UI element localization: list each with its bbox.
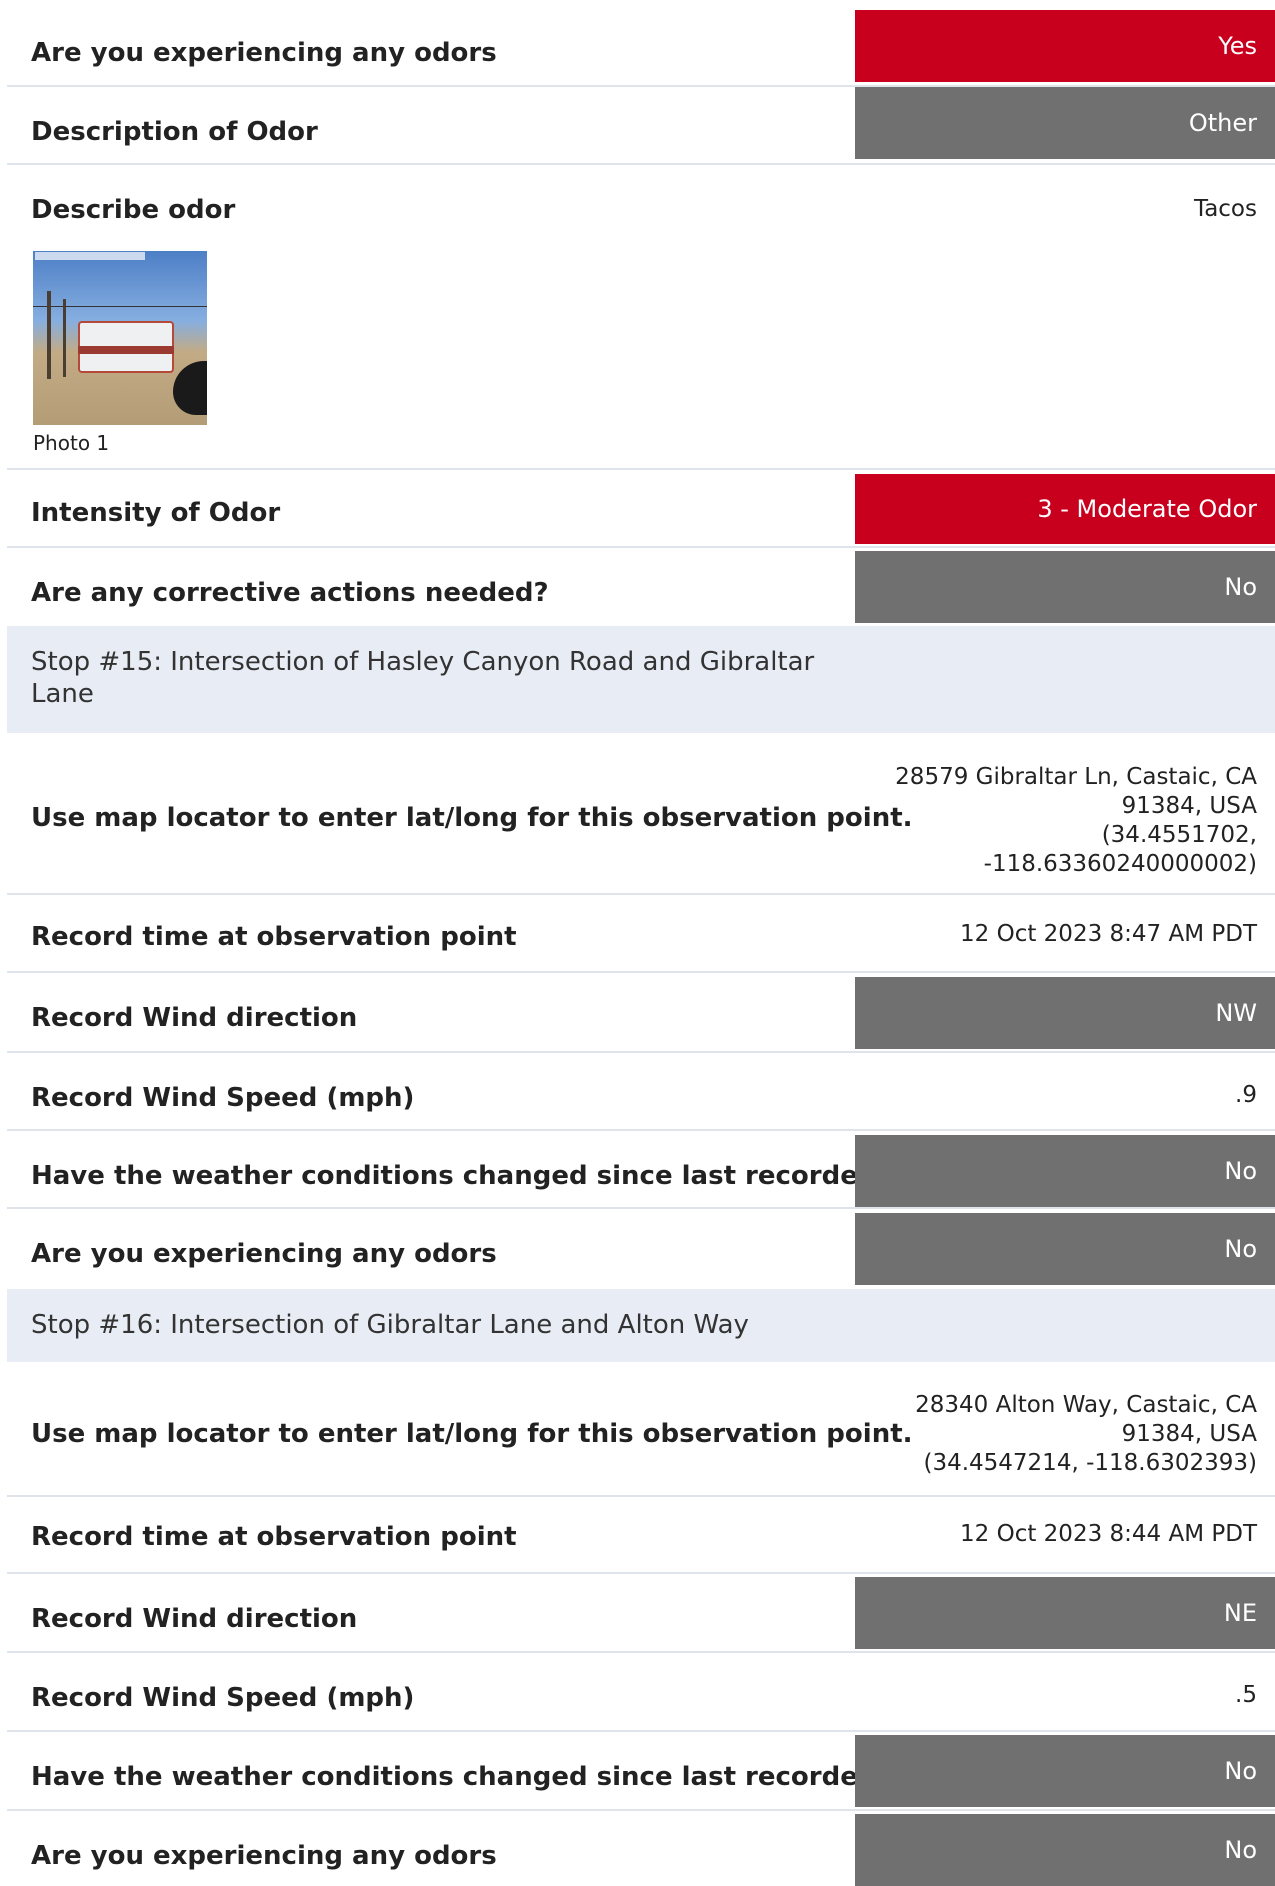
odor-description-row: Description of Odor Other — [7, 87, 1275, 165]
answer-badge: 3 - Moderate Odor — [855, 474, 1275, 544]
weather-changed-row: Have the weather conditions changed sinc… — [7, 1732, 1275, 1811]
question-label: Record Wind direction — [31, 1604, 358, 1634]
intensity-row: Intensity of Odor 3 - Moderate Odor — [7, 470, 1275, 548]
observation-time-row: Record time at observation point 12 Oct … — [7, 895, 1275, 973]
location-line: -118.63360240000002) — [983, 851, 1257, 877]
answer-text: Tacos — [1193, 196, 1257, 222]
section-header-stop-16: Stop #16: Intersection of Gibraltar Lane… — [7, 1289, 1275, 1362]
location-line: (34.4551702, — [1101, 822, 1257, 848]
map-location-row: Use map locator to enter lat/long for th… — [7, 733, 1275, 895]
section-header-stop-15: Stop #15: Intersection of Hasley Canyon … — [7, 626, 1275, 733]
section-title: Stop #16: Intersection of Gibraltar Lane… — [31, 1310, 749, 1340]
question-label: Are you experiencing any odors — [31, 38, 497, 68]
wind-speed-row: Record Wind Speed (mph) .5 — [7, 1653, 1275, 1732]
photo-caption: Photo 1 — [33, 431, 110, 455]
map-location-row: Use map locator to enter lat/long for th… — [7, 1362, 1275, 1497]
odors-row: Are you experiencing any odors No — [7, 1811, 1275, 1886]
location-text: 28579 Gibraltar Ln, Castaic, CA 91384, U… — [895, 763, 1257, 879]
question-label: Are you experiencing any odors — [31, 1239, 497, 1269]
answer-text: 12 Oct 2023 8:47 AM PDT — [960, 921, 1257, 947]
odors-row: Are you experiencing any odors Yes — [7, 0, 1275, 87]
photo-pole — [63, 299, 66, 377]
answer-badge: NW — [855, 977, 1275, 1049]
answer-text: .5 — [1235, 1682, 1257, 1708]
answer-badge: No — [855, 551, 1275, 623]
observation-time-row: Record time at observation point 12 Oct … — [7, 1497, 1275, 1574]
section-title-line: Lane — [31, 679, 94, 709]
question-label: Record Wind direction — [31, 1003, 358, 1033]
photo-truck-stripe — [78, 346, 174, 354]
location-text: 28340 Alton Way, Castaic, CA 91384, USA … — [915, 1391, 1257, 1478]
answer-badge: No — [855, 1135, 1275, 1207]
answer-badge: Yes — [855, 10, 1275, 82]
answer-text: .9 — [1235, 1082, 1257, 1108]
question-label: Have the weather conditions changed sinc… — [31, 1762, 892, 1792]
photo-stamp — [35, 252, 145, 260]
section-title-line: Stop #15: Intersection of Hasley Canyon … — [31, 647, 815, 677]
wind-direction-row: Record Wind direction NE — [7, 1574, 1275, 1653]
question-label: Use map locator to enter lat/long for th… — [31, 1419, 913, 1449]
question-label: Record Wind Speed (mph) — [31, 1083, 415, 1113]
question-label: Have the weather conditions changed sinc… — [31, 1161, 892, 1191]
location-line: 28579 Gibraltar Ln, Castaic, CA — [895, 764, 1257, 790]
answer-badge: No — [855, 1814, 1275, 1886]
question-label: Intensity of Odor — [31, 498, 281, 528]
answer-badge: NE — [855, 1577, 1275, 1649]
answer-text: 12 Oct 2023 8:44 AM PDT — [960, 1521, 1257, 1547]
photo-wire — [33, 306, 207, 307]
weather-changed-row: Have the weather conditions changed sinc… — [7, 1131, 1275, 1209]
photo-pole — [47, 291, 51, 379]
question-label: Record time at observation point — [31, 1522, 517, 1552]
question-label: Description of Odor — [31, 117, 318, 147]
question-label: Record Wind Speed (mph) — [31, 1683, 415, 1713]
location-line: 91384, USA — [1121, 1421, 1257, 1447]
question-label: Record time at observation point — [31, 922, 517, 952]
wind-direction-row: Record Wind direction NW — [7, 973, 1275, 1053]
wind-speed-row: Record Wind Speed (mph) .9 — [7, 1053, 1275, 1131]
location-line: (34.4547214, -118.6302393) — [923, 1450, 1257, 1476]
answer-badge: No — [855, 1213, 1275, 1285]
question-label: Use map locator to enter lat/long for th… — [31, 803, 913, 833]
question-label: Describe odor — [31, 195, 236, 225]
question-label: Are any corrective actions needed? — [31, 578, 549, 608]
answer-badge: Other — [855, 87, 1275, 159]
odor-photo-thumbnail[interactable] — [33, 251, 207, 425]
odors-row: Are you experiencing any odors No — [7, 1209, 1275, 1289]
corrective-actions-row: Are any corrective actions needed? No — [7, 548, 1275, 626]
question-label: Are you experiencing any odors — [31, 1841, 497, 1871]
location-line: 91384, USA — [1121, 793, 1257, 819]
answer-badge: No — [855, 1735, 1275, 1807]
location-line: 28340 Alton Way, Castaic, CA — [915, 1392, 1257, 1418]
photo-mirror — [173, 361, 207, 415]
